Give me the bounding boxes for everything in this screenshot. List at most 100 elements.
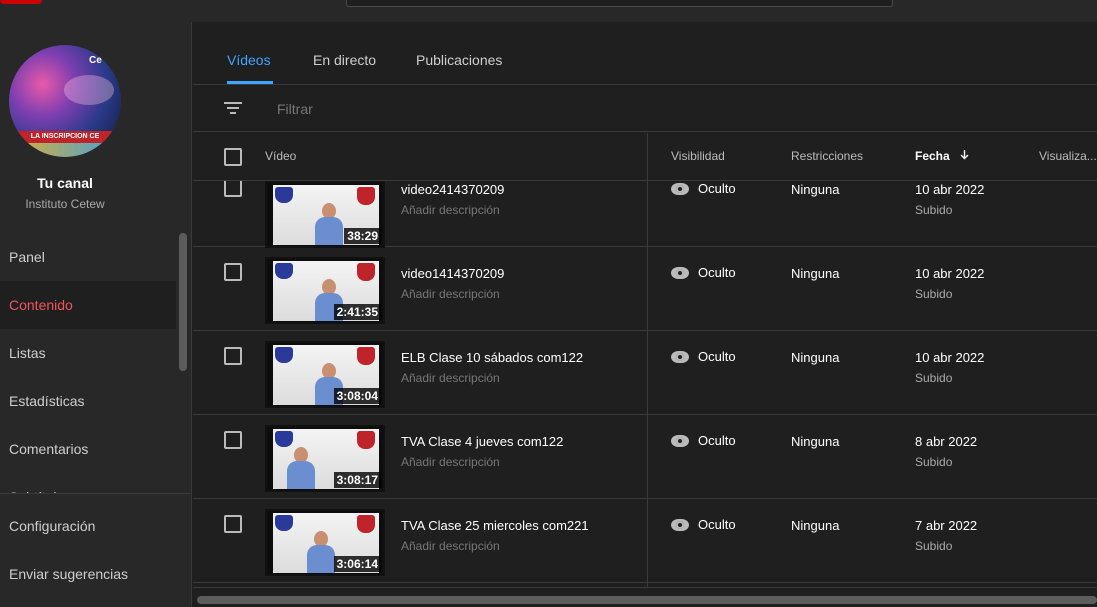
sidebar-item-listas[interactable]: Listas [0,329,176,377]
restrictions-value: Ninguna [791,350,840,365]
visibility-cell[interactable]: Oculto [671,517,736,532]
video-description[interactable]: Añadir descripción [401,371,500,385]
horizontal-scrollbar-thumb[interactable] [197,596,1097,604]
sidebar-nav: Panel Contenido Listas Estadísticas Come… [0,233,176,493]
sidebar-item-subtitulos[interactable]: Subtítulos [0,473,176,493]
channel-name: Instituto Cetew [25,197,105,211]
avatar-corner-text: Ce [89,55,102,66]
visibility-value: Oculto [698,265,736,280]
channel-avatar[interactable]: Ce LA INSCRIPCION CE [9,45,121,157]
date-status: Subido [915,455,953,469]
header-restrictions[interactable]: Restricciones [791,149,863,163]
row-checkbox[interactable] [224,347,242,365]
video-title[interactable]: video1414370209 [401,266,504,281]
video-table-body: 38:29 video2414370209 Añadir descripción… [193,181,1097,587]
views-value: 42 [1083,434,1097,449]
youtube-logo[interactable] [0,0,42,4]
video-description[interactable]: Añadir descripción [401,455,500,469]
video-thumbnail[interactable]: 3:08:17 [265,425,385,492]
eye-icon [671,266,689,279]
restrictions-value: Ninguna [791,266,840,281]
arrow-down-icon [959,149,970,163]
eye-icon [671,434,689,447]
filter-input[interactable]: Filtrar [277,101,313,117]
views-value: 51 [1083,518,1097,533]
sidebar: Ce LA INSCRIPCION CE Tu canal Instituto … [0,22,192,607]
header-visibility[interactable]: Visibilidad [671,149,725,163]
date-status: Subido [915,371,953,385]
sidebar-item-contenido[interactable]: Contenido [0,281,176,329]
table-header: Vídeo Visibilidad Restricciones Fecha Vi… [193,133,1097,181]
views-value: 0 [1089,182,1097,197]
row-checkbox[interactable] [224,515,242,533]
date-status: Subido [915,539,953,553]
avatar-glow [64,75,114,105]
sidebar-item-enviar-sugerencias[interactable]: Enviar sugerencias [0,550,192,598]
active-tab-indicator [227,81,273,84]
video-thumbnail[interactable]: 2:41:35 [265,257,385,324]
visibility-value: Oculto [698,433,736,448]
video-title[interactable]: TVA Clase 4 jueves com122 [401,434,563,449]
eye-icon [671,350,689,363]
video-duration: 3:08:17 [333,472,381,488]
sidebar-item-estadisticas[interactable]: Estadísticas [0,377,176,425]
table-row[interactable]: 3:06:14 TVA Clase 25 miercoles com221 Añ… [193,499,1097,583]
table-row[interactable]: 38:29 video2414370209 Añadir descripción… [193,181,1097,248]
sidebar-scrollbar[interactable] [179,233,187,371]
sidebar-divider [0,493,192,494]
video-duration: 3:06:14 [333,556,381,572]
table-row[interactable]: 3:08:17 TVA Clase 4 jueves com122 Añadir… [193,415,1097,499]
table-row[interactable]: 2:41:35 video1414370209 Añadir descripci… [193,247,1097,331]
eye-icon [671,518,689,531]
video-thumbnail[interactable]: 3:08:04 [265,341,385,408]
visibility-cell[interactable]: Oculto [671,181,736,196]
sidebar-item-comentarios[interactable]: Comentarios [0,425,176,473]
header-date[interactable]: Fecha [915,149,970,163]
tab-bar: Vídeos En directo Publicaciones [193,22,1097,85]
tab-videos[interactable]: Vídeos [227,52,271,68]
video-description[interactable]: Añadir descripción [401,287,500,301]
sidebar-item-panel[interactable]: Panel [0,233,176,281]
date-value: 10 abr 2022 [915,350,985,365]
header-views[interactable]: Visualiza... [1039,149,1097,163]
video-description[interactable]: Añadir descripción [401,539,500,553]
visibility-cell[interactable]: Oculto [671,433,736,448]
date-value: 7 abr 2022 [915,518,978,533]
video-thumbnail[interactable]: 3:06:14 [265,509,385,576]
video-title[interactable]: TVA Clase 25 miercoles com221 [401,518,589,533]
date-value: 10 abr 2022 [915,266,985,281]
video-title[interactable]: video2414370209 [401,182,504,197]
views-value: 0 [1089,266,1097,281]
avatar-band-text: LA INSCRIPCION CE [9,131,121,143]
row-checkbox[interactable] [224,181,242,197]
visibility-value: Oculto [698,517,736,532]
video-thumbnail[interactable]: 38:29 [265,181,385,248]
tab-publicaciones[interactable]: Publicaciones [416,52,502,68]
filter-bar: Filtrar [193,86,1097,132]
video-title[interactable]: ELB Clase 10 sábados com122 [401,350,583,365]
top-bar [0,0,1097,22]
views-value: 36 [1083,350,1097,365]
row-checkbox[interactable] [224,431,242,449]
video-duration: 3:08:04 [333,388,381,404]
visibility-cell[interactable]: Oculto [671,265,736,280]
row-checkbox[interactable] [224,263,242,281]
video-duration: 38:29 [344,228,381,244]
date-value: 10 abr 2022 [915,182,985,197]
restrictions-value: Ninguna [791,182,840,197]
date-status: Subido [915,287,953,301]
horizontal-scrollbar[interactable] [193,587,1097,607]
table-row[interactable]: 3:08:04 ELB Clase 10 sábados com122 Añad… [193,331,1097,415]
tab-en-directo[interactable]: En directo [313,52,376,68]
sidebar-item-configuracion[interactable]: Configuración [0,502,192,550]
restrictions-value: Ninguna [791,518,840,533]
visibility-value: Oculto [698,181,736,196]
video-description[interactable]: Añadir descripción [401,203,500,217]
select-all-checkbox[interactable] [224,148,242,166]
search-input[interactable] [346,0,893,7]
channel-title[interactable]: Tu canal [0,175,130,191]
restrictions-value: Ninguna [791,434,840,449]
visibility-cell[interactable]: Oculto [671,349,736,364]
date-value: 8 abr 2022 [915,434,978,449]
filter-icon[interactable] [223,101,243,115]
